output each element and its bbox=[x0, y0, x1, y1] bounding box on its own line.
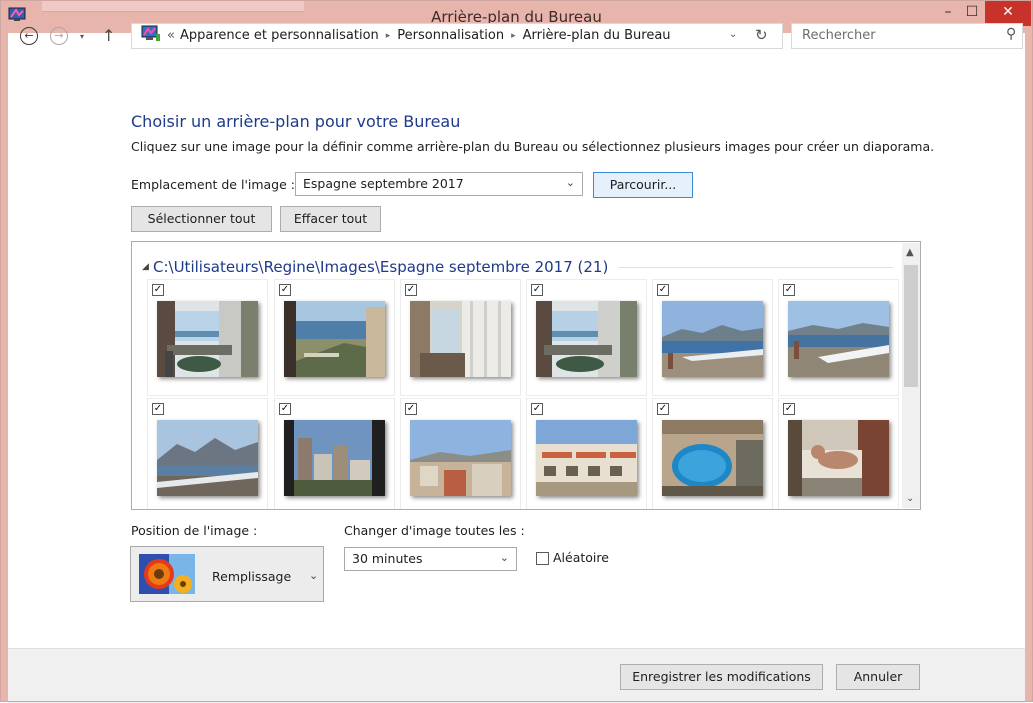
search-icon[interactable]: ⚲ bbox=[1006, 26, 1016, 42]
image-tile[interactable]: ✓ bbox=[652, 398, 773, 509]
image-tile[interactable]: ✓ bbox=[526, 279, 647, 396]
recent-locations-icon[interactable]: ▾ bbox=[80, 32, 84, 41]
checkbox-icon[interactable]: ✓ bbox=[152, 284, 164, 296]
window: Arrière-plan du Bureau – ☐ ✕ ← → ▾ ↑ «Ap… bbox=[0, 0, 1033, 703]
address-bar[interactable]: « Apparence et personnalisation ▸ Personnal… bbox=[131, 23, 783, 49]
checkbox-icon[interactable]: ✓ bbox=[657, 284, 669, 296]
scroll-down-icon[interactable]: ⌄ bbox=[906, 493, 914, 504]
chevron-down-icon: ⌄ bbox=[309, 569, 319, 582]
image-tile[interactable]: ✓ bbox=[400, 398, 521, 509]
checkbox-icon[interactable]: ✓ bbox=[279, 284, 291, 296]
image-tile[interactable]: ✓ bbox=[147, 398, 268, 509]
chevron-down-icon: ⌄ bbox=[565, 176, 575, 189]
photo-thumbnail-balcony-coast[interactable] bbox=[284, 301, 385, 377]
image-tile[interactable]: ✓ bbox=[274, 398, 395, 509]
gallery-group-title[interactable]: C:\Utilisateurs\Regine\Images\Espagne se… bbox=[153, 258, 608, 276]
search-placeholder[interactable]: Rechercher bbox=[802, 28, 876, 43]
photo-thumbnail-apartment-block[interactable] bbox=[536, 420, 637, 496]
breadcrumb-separator-icon[interactable]: ▸ bbox=[386, 31, 391, 41]
up-arrow-icon[interactable]: ↑ bbox=[102, 26, 115, 45]
page-title: Choisir un arrière-plan pour votre Burea… bbox=[131, 112, 461, 131]
window-frame-right bbox=[1025, 33, 1033, 702]
image-tile[interactable]: ✓ bbox=[778, 398, 899, 509]
shuffle-label[interactable]: Aléatoire bbox=[553, 550, 609, 565]
checkbox-icon[interactable]: ✓ bbox=[279, 403, 291, 415]
location-select[interactable]: Espagne septembre 2017 ⌄ bbox=[295, 172, 583, 196]
checkbox-icon[interactable]: ✓ bbox=[783, 284, 795, 296]
change-interval-label: Changer d'image toutes les : bbox=[344, 523, 525, 538]
save-changes-button[interactable]: Enregistrer les modifications bbox=[620, 664, 823, 690]
address-dropdown-icon[interactable]: ⌄ bbox=[729, 29, 737, 40]
browse-button[interactable]: Parcourir... bbox=[593, 172, 693, 198]
position-value: Remplissage bbox=[212, 569, 292, 584]
breadcrumb-separator-icon[interactable]: ▸ bbox=[511, 31, 516, 41]
photo-thumbnail-pool-from-above[interactable] bbox=[662, 420, 763, 496]
refresh-icon[interactable]: ↻ bbox=[755, 26, 768, 44]
location-label: Emplacement de l'image : bbox=[131, 177, 295, 192]
scrollbar-thumb[interactable] bbox=[904, 265, 918, 387]
chevron-down-icon: ⌄ bbox=[499, 551, 509, 564]
search-box[interactable]: Rechercher ⚲ bbox=[791, 23, 1023, 49]
position-label: Position de l'image : bbox=[131, 523, 258, 538]
image-tile[interactable]: ✓ bbox=[274, 279, 395, 396]
clear-all-button[interactable]: Effacer tout bbox=[280, 206, 381, 232]
change-interval-value: 30 minutes bbox=[352, 551, 423, 566]
shuffle-checkbox[interactable] bbox=[536, 552, 549, 565]
photo-thumbnail-rooftops[interactable] bbox=[410, 420, 511, 496]
select-all-button[interactable]: Sélectionner tout bbox=[131, 206, 272, 232]
breadcrumb: « Apparence et personnalisation ▸ Personnal… bbox=[167, 28, 671, 43]
photo-thumbnail-balcony-table[interactable] bbox=[536, 301, 637, 377]
photo-thumbnail-beach-bay-mountains[interactable] bbox=[157, 420, 258, 496]
page-description: Cliquez sur une image pour la définir co… bbox=[131, 139, 935, 154]
forward-arrow-icon[interactable]: → bbox=[50, 27, 68, 45]
checkbox-icon[interactable]: ✓ bbox=[405, 403, 417, 415]
breadcrumb-item-desktop-background[interactable]: Arrière-plan du Bureau bbox=[523, 28, 671, 43]
image-gallery[interactable]: ◢ C:\Utilisateurs\Regine\Images\Espagne … bbox=[131, 241, 921, 510]
breadcrumb-item-personalization[interactable]: Personnalisation bbox=[397, 28, 504, 43]
control-panel-icon bbox=[141, 25, 160, 41]
photo-thumbnail-man-resting[interactable] bbox=[788, 420, 889, 496]
collapse-group-icon[interactable]: ◢ bbox=[142, 262, 149, 272]
change-interval-select[interactable]: 30 minutes ⌄ bbox=[344, 547, 517, 571]
gallery-scrollbar[interactable]: ▲ ⌄ bbox=[902, 243, 920, 508]
photo-thumbnail-room-window[interactable] bbox=[410, 301, 511, 377]
image-tile[interactable]: ✓ bbox=[400, 279, 521, 396]
image-tile[interactable]: ✓ bbox=[526, 398, 647, 509]
checkbox-icon[interactable]: ✓ bbox=[405, 284, 417, 296]
checkbox-icon[interactable]: ✓ bbox=[783, 403, 795, 415]
breadcrumb-item-appearance[interactable]: Apparence et personnalisation bbox=[180, 28, 379, 43]
location-value: Espagne septembre 2017 bbox=[303, 176, 464, 191]
checkbox-icon[interactable]: ✓ bbox=[531, 284, 543, 296]
scroll-up-icon[interactable]: ▲ bbox=[906, 247, 914, 258]
photo-thumbnail-city-buildings[interactable] bbox=[284, 420, 385, 496]
flower-preview-icon bbox=[139, 554, 195, 594]
window-frame-left bbox=[0, 33, 8, 702]
cancel-button[interactable]: Annuler bbox=[836, 664, 920, 690]
photo-thumbnail-beach-waves[interactable] bbox=[788, 301, 889, 377]
position-select[interactable]: Remplissage ⌄ bbox=[130, 546, 324, 602]
checkbox-icon[interactable]: ✓ bbox=[531, 403, 543, 415]
image-tile[interactable]: ✓ bbox=[147, 279, 268, 396]
image-tile[interactable]: ✓ bbox=[778, 279, 899, 396]
photo-thumbnail-beach-mountains[interactable] bbox=[662, 301, 763, 377]
photo-thumbnail-balcony-sea-view[interactable] bbox=[157, 301, 258, 377]
checkbox-icon[interactable]: ✓ bbox=[657, 403, 669, 415]
image-tile[interactable]: ✓ bbox=[652, 279, 773, 396]
back-arrow-icon[interactable]: ← bbox=[20, 27, 38, 45]
breadcrumb-overflow[interactable]: « bbox=[167, 28, 175, 43]
group-divider bbox=[618, 267, 893, 268]
checkbox-icon[interactable]: ✓ bbox=[152, 403, 164, 415]
